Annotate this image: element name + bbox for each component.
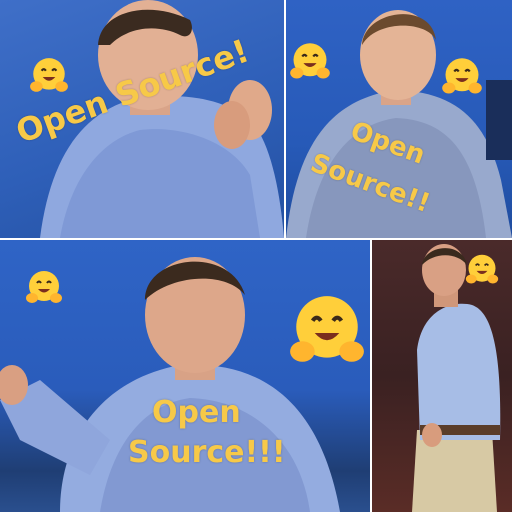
hugging-face-emoji <box>28 55 70 97</box>
panel-3-caption-line2: Source!!! <box>128 435 286 470</box>
hugging-face-emoji <box>464 252 500 288</box>
hugging-face-emoji <box>24 268 64 308</box>
hugging-face-emoji <box>286 290 368 372</box>
hugging-face-emoji <box>288 40 332 84</box>
meme-panel-1: Open Source! <box>0 0 284 238</box>
panel-3-caption-line1: Open <box>152 395 241 430</box>
meme-panel-2: Open Source!! <box>286 0 512 238</box>
meme-panel-4 <box>372 240 512 512</box>
meme-panel-3: Open Source!!! <box>0 240 370 512</box>
hugging-face-emoji <box>440 55 484 99</box>
